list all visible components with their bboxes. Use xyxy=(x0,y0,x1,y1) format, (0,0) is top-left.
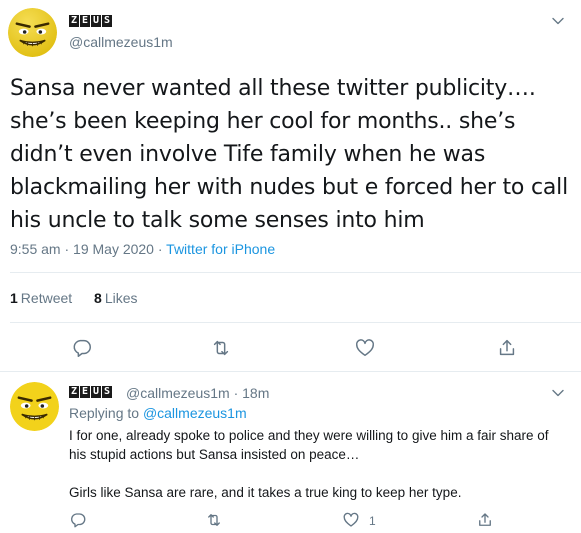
reply-paragraph: I for one, already spoke to police and t… xyxy=(69,428,549,462)
display-name[interactable]: Z E U S xyxy=(69,15,112,27)
heart-icon[interactable] xyxy=(354,337,376,359)
handle-and-time[interactable]: @callmezeus1m · 18m xyxy=(126,385,269,401)
replying-to-handle[interactable]: @callmezeus1m xyxy=(143,405,247,421)
tweet-stats: 1 Retweet 8 Likes xyxy=(10,290,138,306)
retweet-label: Retweet xyxy=(20,290,73,306)
avatar[interactable] xyxy=(8,8,57,57)
divider xyxy=(10,272,581,273)
replying-to: Replying to @callmezeus1m xyxy=(69,405,247,421)
reply-icon[interactable] xyxy=(71,337,93,359)
chevron-down-icon[interactable] xyxy=(551,386,565,400)
retweets-stat[interactable]: 1 Retweet xyxy=(10,290,72,306)
display-name-letter: E xyxy=(80,15,90,27)
reply-paragraph: Girls like Sansa are rare, and it takes … xyxy=(69,485,462,500)
share-icon[interactable] xyxy=(476,511,494,529)
display-name-letter: Z xyxy=(69,15,79,27)
display-name-letter: Z xyxy=(69,386,79,398)
tweet-text: Sansa never wanted all these twitter pub… xyxy=(10,76,568,233)
emoji-face-icon xyxy=(8,8,57,57)
emoji-face-icon xyxy=(10,382,59,431)
retweet-count: 1 xyxy=(10,290,18,306)
display-name-letter: E xyxy=(80,386,90,398)
tweet-meta: 9:55 am · 19 May 2020 · Twitter for iPho… xyxy=(10,241,275,257)
reply-icon[interactable] xyxy=(69,511,87,529)
heart-icon[interactable] xyxy=(342,511,360,529)
likes-stat[interactable]: 8 Likes xyxy=(94,290,137,306)
replying-to-prefix: Replying to xyxy=(69,405,143,421)
like-count: 1 xyxy=(369,514,376,528)
chevron-down-icon[interactable] xyxy=(551,14,565,28)
display-name-letter: U xyxy=(91,15,101,27)
display-name-letter: S xyxy=(102,386,112,398)
display-name[interactable]: Z E U S xyxy=(69,386,112,398)
display-name-letter: U xyxy=(91,386,101,398)
avatar[interactable] xyxy=(10,382,59,431)
retweet-icon[interactable] xyxy=(210,337,232,359)
reply-text: I for one, already spoke to police and t… xyxy=(69,426,569,502)
like-count: 8 xyxy=(94,290,102,306)
like-label: Likes xyxy=(104,290,138,306)
timestamp[interactable]: 9:55 am · 19 May 2020 · xyxy=(10,241,166,257)
divider xyxy=(10,322,581,323)
handle[interactable]: @callmezeus1m xyxy=(69,34,173,50)
share-icon[interactable] xyxy=(496,337,518,359)
display-name-letter: S xyxy=(102,15,112,27)
source-link[interactable]: Twitter for iPhone xyxy=(166,241,275,257)
main-tweet: Z E U S @callmezeus1m Sansa never wanted… xyxy=(0,0,581,372)
retweet-icon[interactable] xyxy=(205,511,223,529)
